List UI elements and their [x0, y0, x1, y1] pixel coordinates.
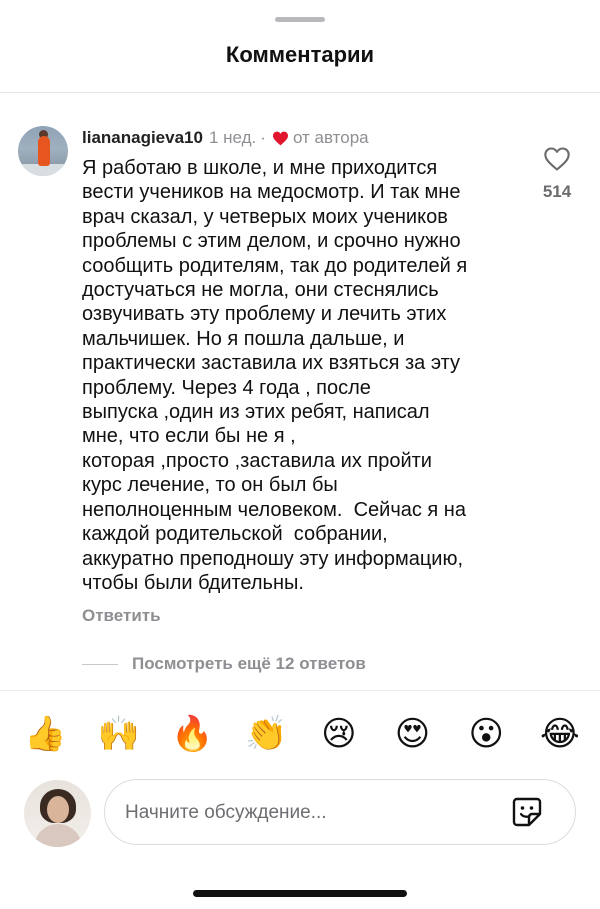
comments-sheet: Комментарии liananagieva10 1 нед. · от а…: [0, 0, 600, 909]
avatar-face: [47, 796, 69, 823]
view-more-replies[interactable]: Посмотреть ещё 12 ответов: [82, 654, 366, 674]
sticker-icon[interactable]: [509, 794, 545, 830]
quick-reactions: 👍 🙌 🔥 👏 😢 😍 😮 😂: [24, 714, 580, 754]
like-heart-icon[interactable]: [543, 146, 571, 172]
commenter-avatar[interactable]: [18, 126, 68, 176]
sheet-grabber[interactable]: [275, 17, 325, 22]
author-liked-heart-icon: [272, 131, 288, 145]
comment-time: 1 нед.: [208, 128, 257, 147]
comment-input-placeholder: Начните обсуждение...: [125, 802, 327, 823]
comment-username[interactable]: liananagieva10: [82, 128, 203, 148]
emoji-fire[interactable]: 🔥: [171, 714, 213, 754]
replies-line: [82, 663, 118, 665]
header-divider: [0, 92, 600, 93]
emoji-surprised-face[interactable]: 😮: [466, 714, 506, 754]
reply-button[interactable]: Ответить: [82, 606, 161, 626]
comment-input[interactable]: Начните обсуждение...: [104, 779, 576, 845]
emoji-thumbs-up[interactable]: 👍: [24, 714, 66, 754]
comment-text: Я работаю в школе, и мне приходится вест…: [82, 157, 468, 594]
avatar-figure-body: [38, 136, 50, 166]
reactions-divider: [0, 690, 600, 691]
home-indicator[interactable]: [193, 890, 407, 897]
current-user-avatar[interactable]: [24, 780, 91, 847]
view-more-replies-label: Посмотреть ещё 12 ответов: [132, 654, 366, 673]
sheet-title: Комментарии: [225, 42, 375, 67]
emoji-heart-eyes[interactable]: 😍: [393, 714, 433, 754]
emoji-crying-face[interactable]: 😢: [319, 714, 359, 754]
emoji-raising-hands[interactable]: 🙌: [98, 714, 140, 754]
avatar-shoulders: [34, 824, 82, 847]
like-control[interactable]: 514: [536, 146, 578, 202]
comment-composer: Начните обсуждение...: [0, 778, 600, 848]
emoji-clapping-hands[interactable]: 👏: [245, 714, 287, 754]
emoji-tears-of-joy[interactable]: 😂: [540, 714, 580, 754]
meta-separator: ·: [260, 128, 266, 147]
comment-meta: liananagieva10 1 нед. · от автора: [82, 128, 369, 148]
like-count: 514: [542, 182, 572, 201]
author-badge: от автора: [292, 128, 369, 147]
